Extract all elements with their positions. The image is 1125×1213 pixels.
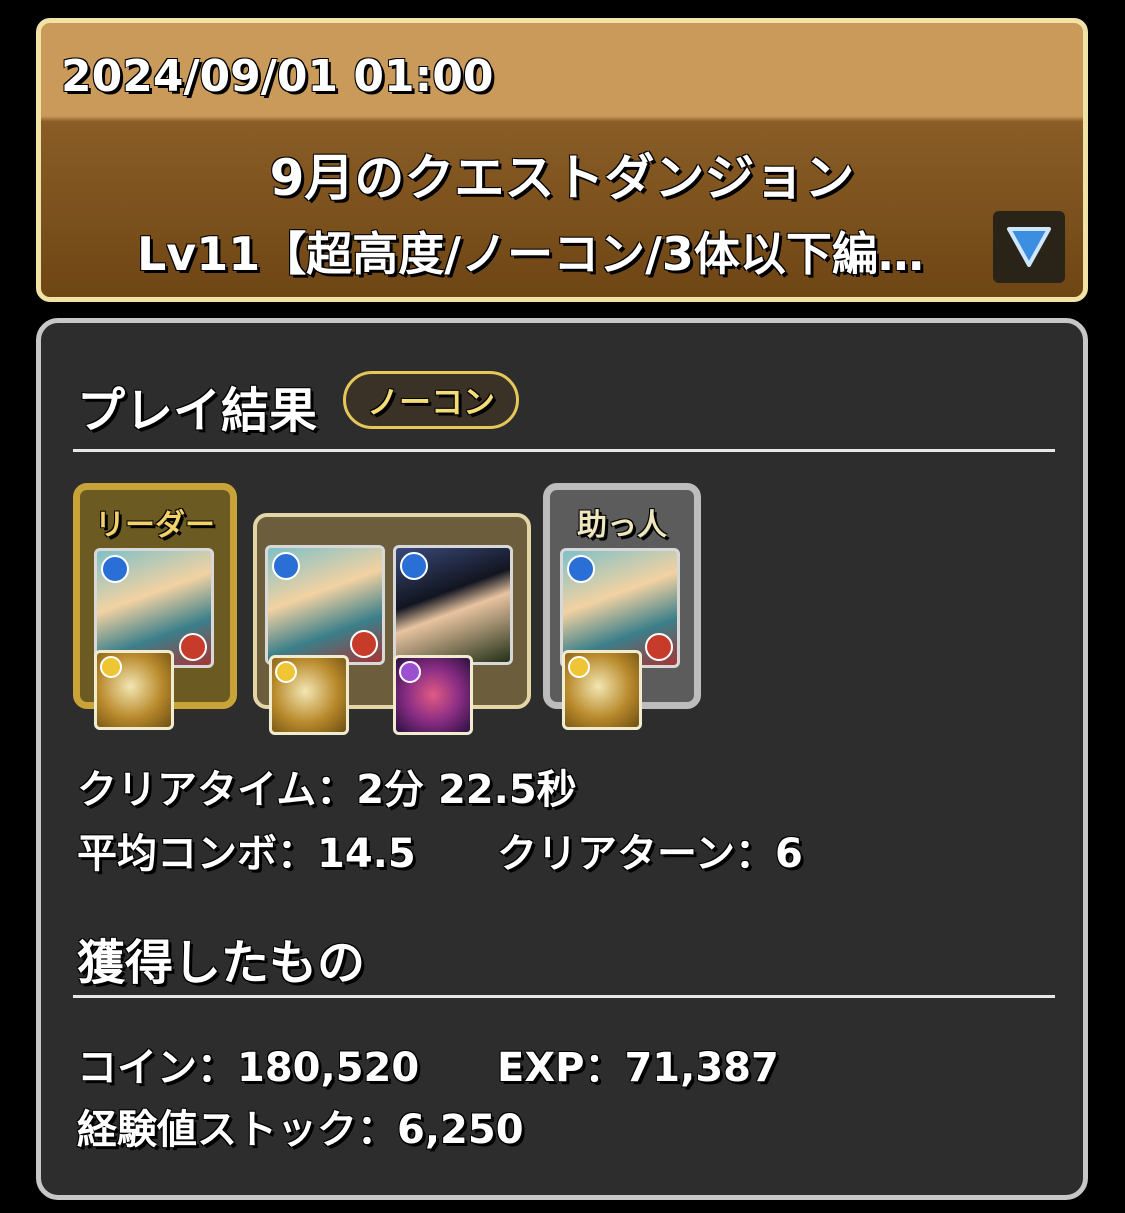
fire-attribute-icon — [645, 633, 673, 661]
divider — [73, 995, 1055, 998]
coins-earned: コイン：180,520 — [77, 1045, 420, 1091]
water-attribute-icon — [272, 552, 300, 580]
light-attribute-icon — [275, 661, 297, 683]
clear-time: クリアタイム：2分 22.5秒 — [77, 767, 577, 813]
helper-slot: 助っ人 — [543, 483, 701, 730]
no-continue-badge: ノーコン — [343, 371, 519, 429]
light-attribute-icon — [568, 656, 590, 678]
team-monster-card-1[interactable] — [265, 545, 385, 665]
average-combo: 平均コンボ：14.5 — [77, 831, 416, 877]
play-datetime: 2024/09/01 01:00 — [61, 51, 494, 102]
floor-name: Lv11【超高度/ノーコン/3体以下編… — [137, 227, 924, 281]
water-attribute-icon — [567, 555, 595, 583]
water-attribute-icon — [101, 555, 129, 583]
rewards-heading: 獲得したもの — [77, 935, 366, 991]
team-assist-card-2[interactable] — [393, 655, 473, 735]
exp-stock: 経験値ストック：6,250 — [77, 1107, 524, 1153]
exp-earned: EXP：71,387 — [497, 1045, 779, 1091]
leader-label: リーダー — [95, 508, 215, 543]
fire-attribute-icon — [350, 630, 378, 658]
clear-turns: クリアターン：6 — [497, 831, 803, 877]
result-panel: プレイ結果 ノーコン リーダー 助っ人 クリアタイム：2分 22.5秒 平均コン… — [36, 318, 1088, 1200]
team-slot — [253, 513, 531, 735]
divider — [73, 449, 1055, 452]
leader-assist-card[interactable] — [94, 650, 174, 730]
expand-button[interactable] — [993, 211, 1065, 283]
dark-attribute-icon — [399, 661, 421, 683]
team-monster-card-2[interactable] — [393, 545, 513, 665]
play-result-heading: プレイ結果 — [77, 383, 318, 439]
dungeon-title: 9月のクエストダンジョン — [269, 149, 855, 207]
dungeon-header: 2024/09/01 01:00 9月のクエストダンジョン Lv11【超高度/ノ… — [36, 18, 1088, 302]
fire-attribute-icon — [179, 633, 207, 661]
helper-assist-card[interactable] — [562, 650, 642, 730]
helper-label: 助っ人 — [577, 508, 667, 543]
team-assist-card-1[interactable] — [269, 655, 349, 735]
light-attribute-icon — [100, 656, 122, 678]
dropdown-triangle-icon — [1007, 227, 1051, 267]
leader-slot: リーダー — [73, 483, 237, 730]
water-attribute-icon — [400, 552, 428, 580]
